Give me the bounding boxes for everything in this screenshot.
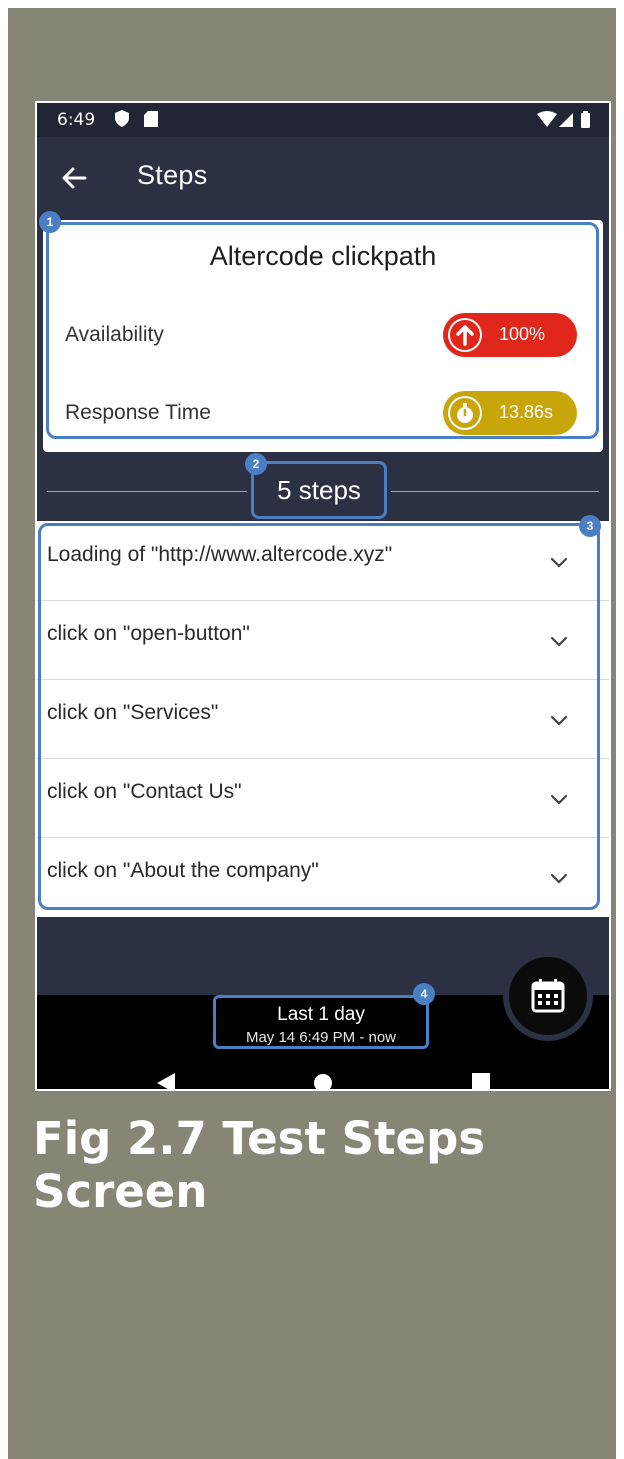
callout-badge-4: 4 — [413, 983, 435, 1005]
time-range-selector[interactable]: Last 1 day May 14 6:49 PM - now — [213, 995, 429, 1049]
calendar-icon — [531, 979, 565, 1013]
status-time: 6:49 — [57, 110, 96, 130]
response-time-badge: 13.86s — [443, 391, 577, 435]
signal-icon — [559, 113, 573, 127]
nav-recents-icon[interactable] — [471, 1071, 491, 1089]
availability-badge: 100% — [443, 313, 577, 357]
figure-caption: Fig 2.7 Test Steps Screen — [33, 1112, 486, 1218]
callout-badge-1: 1 — [39, 211, 61, 233]
divider-line-left — [47, 491, 247, 492]
calendar-button[interactable] — [509, 957, 587, 1035]
callout-box-3 — [38, 523, 600, 910]
divider-line-right — [391, 491, 599, 492]
summary-title: Altercode clickpath — [209, 241, 437, 271]
response-time-label: Response Time — [65, 401, 211, 424]
callout-badge-2: 2 — [245, 453, 267, 475]
page-title: Steps — [137, 160, 208, 190]
status-bar: 6:49 — [37, 103, 609, 137]
stopwatch-icon — [448, 396, 482, 430]
battery-icon — [581, 111, 590, 128]
back-arrow-icon[interactable] — [59, 163, 89, 193]
time-range-subtitle: May 14 6:49 PM - now — [245, 1029, 397, 1046]
time-range-title: Last 1 day — [277, 1004, 365, 1025]
wifi-icon — [537, 111, 557, 127]
availability-label: Availability — [65, 323, 164, 346]
callout-badge-3: 3 — [579, 515, 601, 537]
nav-back-icon[interactable] — [153, 1071, 177, 1089]
availability-value: 100% — [499, 324, 546, 344]
nav-home-icon[interactable] — [313, 1071, 333, 1089]
app-bar: Steps — [37, 137, 609, 219]
arrow-up-icon — [448, 318, 482, 352]
phone-screen: 6:49 Steps 1 Altercode clickpath Availab… — [35, 101, 611, 1091]
status-right-icons — [535, 110, 595, 135]
sd-card-icon — [144, 111, 158, 127]
response-time-value: 13.86s — [499, 402, 554, 422]
shield-icon — [115, 110, 129, 127]
steps-count: 5 steps — [251, 461, 387, 519]
